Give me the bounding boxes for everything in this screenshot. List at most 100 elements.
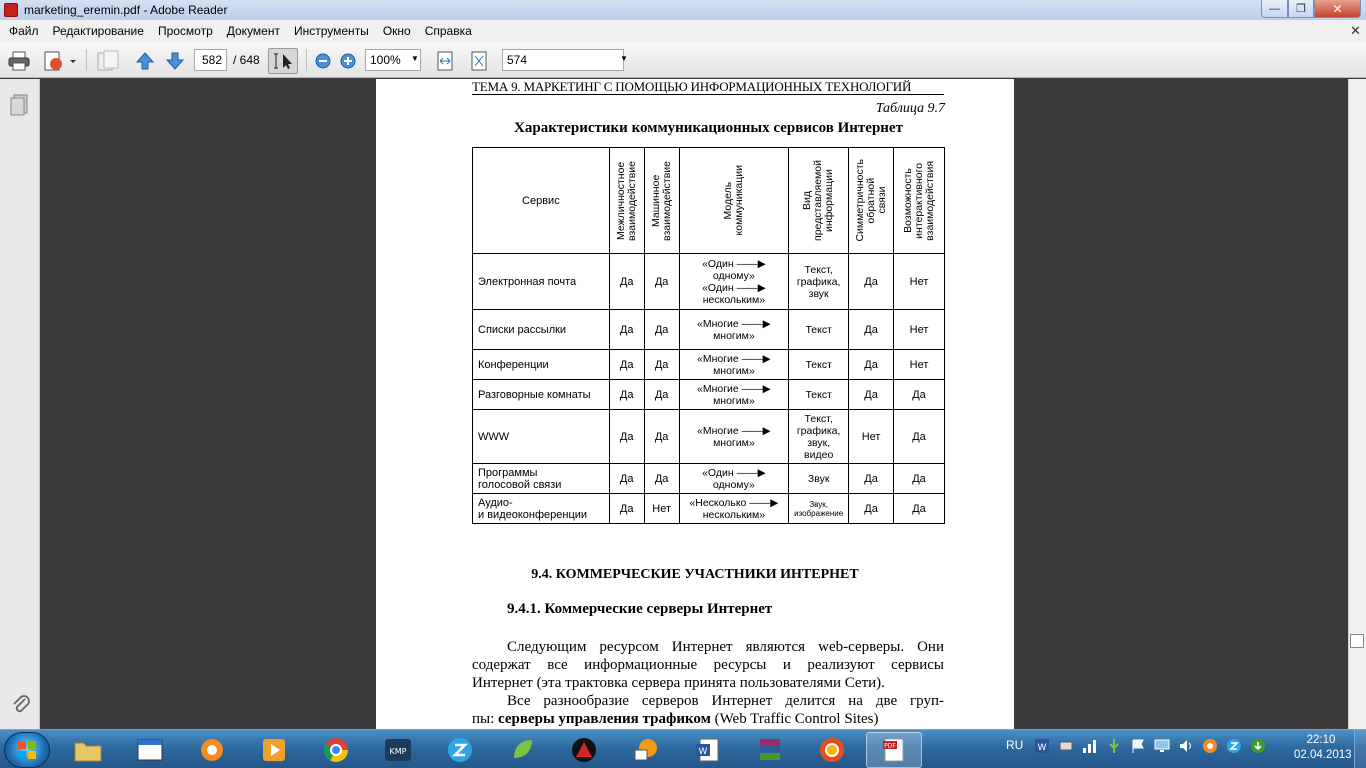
vertical-scrollbar[interactable] bbox=[1348, 79, 1366, 729]
flag-tray-icon[interactable] bbox=[1130, 738, 1146, 754]
cell-model: «Несколько ——▶ нескольким» bbox=[678, 493, 790, 524]
cell-symmetry: Нет bbox=[848, 409, 895, 464]
show-desktop-button[interactable] bbox=[1354, 730, 1366, 768]
paragraph-line: Все разнообразие серверов Интернет делит… bbox=[507, 693, 944, 709]
taskbar-word[interactable]: W bbox=[680, 732, 736, 768]
zoom-out-button[interactable] bbox=[313, 51, 333, 71]
search-dropdown-icon[interactable]: ▼ bbox=[620, 54, 628, 63]
kmp-icon: KMP bbox=[385, 739, 411, 761]
menu-close-doc-icon[interactable]: ✕ bbox=[1350, 23, 1361, 39]
table-row: WWW Да Да «Многие ——▶ многим» Текст, гра… bbox=[472, 409, 945, 464]
taskbar-evernote[interactable] bbox=[494, 732, 550, 768]
menu-edit[interactable]: Редактирование bbox=[46, 20, 151, 42]
cell-interactive: Да bbox=[893, 493, 945, 524]
cell-service: Разговорные комнаты bbox=[472, 379, 610, 410]
system-clock[interactable]: 22:10 02.04.2013 bbox=[1294, 733, 1352, 763]
menu-file[interactable]: Файл bbox=[2, 20, 46, 42]
cell-interpersonal: Да bbox=[608, 379, 645, 410]
cell-interpersonal: Да bbox=[608, 409, 645, 464]
cell-symmetry: Да bbox=[848, 493, 895, 524]
next-page-button[interactable] bbox=[163, 50, 187, 72]
collaborate-button[interactable] bbox=[40, 49, 78, 73]
word-tray-icon[interactable]: W bbox=[1034, 738, 1050, 754]
pdf-page: ТЕМА 9. МАРКЕТИНГ С ПОМОЩЬЮ ИНФОРМАЦИОНН… bbox=[376, 79, 1014, 729]
services-table: Сервис Межличностное взаимодействие Маши… bbox=[472, 147, 945, 524]
taskbar-autocad[interactable] bbox=[556, 732, 612, 768]
table-row: Электронная почта Да Да «Один ——▶ одному… bbox=[472, 253, 945, 310]
cell-machine: Нет bbox=[643, 493, 680, 524]
close-button[interactable]: ✕ bbox=[1314, 0, 1361, 18]
cell-machine: Да bbox=[643, 309, 680, 350]
monitor-tray-icon[interactable] bbox=[1154, 738, 1170, 754]
cell-info-kind: Текст, графика, звук, видео bbox=[788, 409, 850, 464]
cell-interactive: Нет bbox=[893, 253, 945, 310]
torrent-tray-icon[interactable] bbox=[1250, 738, 1266, 754]
cell-machine: Да bbox=[643, 349, 680, 380]
taskbar-adobe-reader[interactable]: PDF bbox=[866, 732, 922, 768]
header-info-kind: Вид представляемой информации bbox=[788, 147, 850, 254]
taskbar-media-player[interactable] bbox=[246, 732, 302, 768]
language-indicator[interactable]: RU bbox=[1006, 738, 1023, 752]
document-share-icon bbox=[44, 51, 76, 71]
table-row: Списки рассылки Да Да «Многие ——▶ многим… bbox=[472, 309, 945, 350]
cell-info-kind: Текст bbox=[788, 349, 850, 380]
pages-panel-icon[interactable] bbox=[10, 94, 30, 116]
volume-icon[interactable] bbox=[1178, 738, 1194, 754]
cell-service: WWW bbox=[472, 409, 610, 464]
scrollbar-thumb[interactable] bbox=[1350, 634, 1364, 648]
paragraph-line: содержат все информационные ресурсы и ре… bbox=[472, 657, 944, 673]
chevron-down-icon[interactable]: ▼ bbox=[411, 54, 419, 63]
print-button[interactable] bbox=[6, 49, 32, 73]
taskbar-explorer[interactable] bbox=[60, 732, 116, 768]
search-input[interactable]: 574 bbox=[502, 49, 624, 71]
taskbar-zona[interactable] bbox=[432, 732, 488, 768]
table-caption: Характеристики коммуникационных сервисов… bbox=[514, 120, 903, 136]
arrow-down-icon bbox=[165, 52, 185, 70]
svg-text:KMP: KMP bbox=[390, 747, 407, 756]
device-tray-icon[interactable] bbox=[1058, 738, 1074, 754]
svg-text:PDF: PDF bbox=[884, 743, 896, 750]
select-tool-button[interactable] bbox=[268, 48, 298, 74]
zoom-in-button[interactable] bbox=[338, 51, 358, 71]
menu-help[interactable]: Справка bbox=[418, 20, 479, 42]
taskbar-avast[interactable] bbox=[184, 732, 240, 768]
cell-symmetry: Да bbox=[848, 253, 895, 310]
avast-tray-icon[interactable] bbox=[1202, 738, 1218, 754]
cell-symmetry: Да bbox=[848, 463, 895, 494]
fit-width-button[interactable] bbox=[434, 50, 456, 72]
adobe-reader-icon bbox=[4, 3, 18, 17]
fit-page-button[interactable] bbox=[468, 50, 490, 72]
zona-tray-icon[interactable] bbox=[1226, 738, 1242, 754]
cell-machine: Да bbox=[643, 463, 680, 494]
menu-bar: Файл Редактирование Просмотр Документ Ин… bbox=[0, 20, 1366, 42]
start-button[interactable] bbox=[4, 732, 50, 768]
header-machine: Машинное взаимодействие bbox=[643, 147, 680, 254]
windows-logo-icon bbox=[18, 741, 36, 759]
table-number: Таблица 9.7 bbox=[875, 101, 945, 116]
cell-interactive: Нет bbox=[893, 309, 945, 350]
menu-window[interactable]: Окно bbox=[376, 20, 418, 42]
taskbar-chrome[interactable] bbox=[308, 732, 364, 768]
arrow-up-icon bbox=[135, 52, 155, 70]
taskbar-winrar[interactable] bbox=[742, 732, 798, 768]
taskbar-browser[interactable] bbox=[804, 732, 860, 768]
restore-button[interactable]: ❐ bbox=[1288, 0, 1314, 18]
network-tray-icon[interactable] bbox=[1082, 738, 1098, 754]
header-symmetry: Симметричность обратной связи bbox=[848, 147, 895, 254]
cell-info-kind: Текст bbox=[788, 379, 850, 410]
menu-view[interactable]: Просмотр bbox=[151, 20, 220, 42]
taskbar-app[interactable] bbox=[122, 732, 178, 768]
taskbar-downloader[interactable] bbox=[618, 732, 674, 768]
pages-button[interactable] bbox=[94, 49, 124, 73]
minimize-button[interactable]: — bbox=[1261, 0, 1288, 18]
cell-interpersonal: Да bbox=[608, 253, 645, 310]
menu-tools[interactable]: Инструменты bbox=[287, 20, 376, 42]
taskbar-kmplayer[interactable]: KMP bbox=[370, 732, 426, 768]
cell-interpersonal: Да bbox=[608, 309, 645, 350]
previous-page-button[interactable] bbox=[133, 50, 157, 72]
usb-tray-icon[interactable] bbox=[1106, 738, 1122, 754]
page-number-input[interactable]: 582 bbox=[194, 49, 227, 71]
paperclip-icon[interactable] bbox=[9, 693, 31, 715]
section-heading: 9.4. КОММЕРЧЕСКИЕ УЧАСТНИКИ ИНТЕРНЕТ bbox=[531, 567, 859, 582]
menu-document[interactable]: Документ bbox=[220, 20, 287, 42]
